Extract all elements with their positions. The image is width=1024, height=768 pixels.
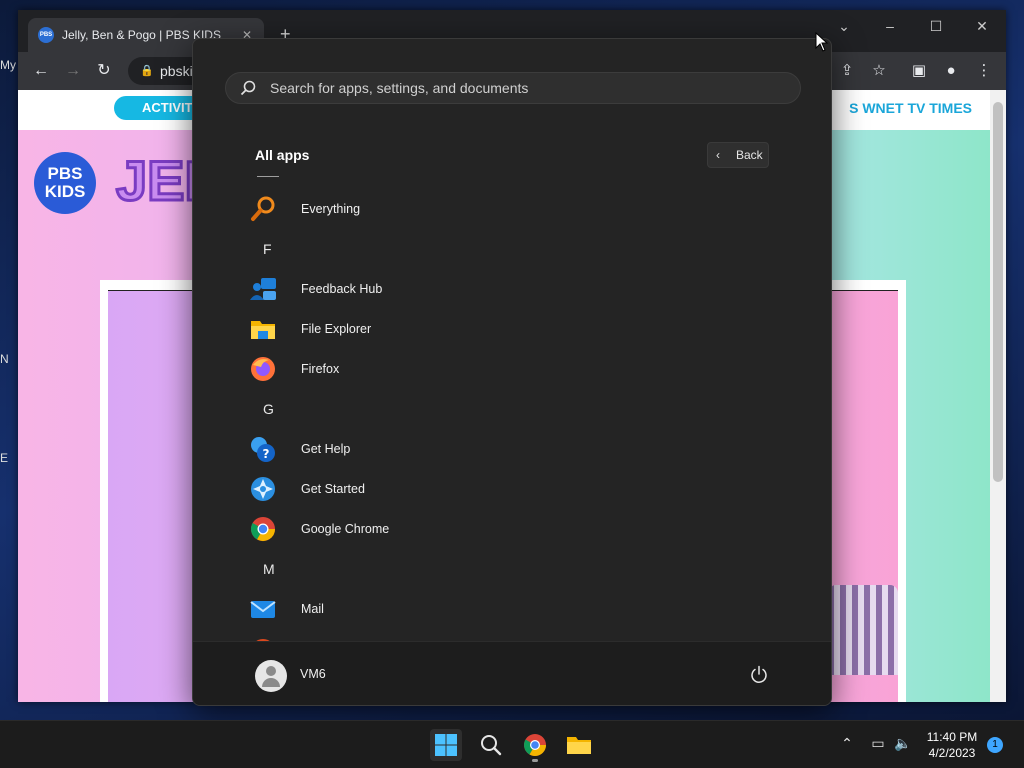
url-text: pbski [160,63,193,79]
get-started-icon [251,477,275,501]
desktop-icon-label[interactable]: N [0,352,18,366]
app-list: Everything F Feedback Hub File Explorer [193,175,831,641]
page-scrollbar[interactable] [990,90,1006,702]
start-menu: Search for apps, settings, and documents… [192,38,832,706]
network-icon[interactable]: ▭ [868,735,888,752]
app-item-everything[interactable]: Everything [249,189,789,229]
desktop-icon-label[interactable]: E [0,451,18,465]
chrome-icon [250,517,275,542]
feedback-hub-icon [250,278,276,300]
volume-icon[interactable]: 🔈 [893,735,913,752]
profile-icon[interactable]: ● [940,60,962,82]
scroll-thumb[interactable] [993,102,1003,482]
share-icon[interactable]: ⇪ [836,60,858,82]
notification-badge[interactable]: 1 [987,737,1003,753]
all-apps-heading: All apps [255,147,310,163]
list-divider [257,176,279,177]
app-label: Get Started [301,482,365,496]
folder-icon [251,321,275,339]
lock-icon: 🔒 [140,65,154,77]
search-icon [481,735,502,756]
mouse-cursor-icon [815,32,829,52]
letter-header-m[interactable]: M [263,561,275,577]
app-item-mail[interactable]: Mail [249,589,789,629]
app-label: File Explorer [301,322,372,336]
app-item-firefox[interactable]: Firefox [249,349,789,389]
folder-icon [567,737,591,754]
chrome-icon [524,734,546,756]
taskbar: ⌃ ▭ 🔈 11:40 PM 4/2/2023 1 [0,720,1024,768]
bookmark-star-icon[interactable]: ☆ [868,60,890,82]
clock-date: 4/2/2023 [928,746,976,760]
power-icon[interactable] [749,665,769,685]
taskbar-file-explorer-button[interactable] [563,729,595,761]
activities-button[interactable]: ACTIVIT [114,96,204,120]
back-arrow-icon[interactable]: ← [30,60,52,82]
app-label: Mail [301,602,324,616]
start-footer: VM6 [193,641,831,705]
back-label: Back [736,148,763,162]
mail-icon [250,601,276,618]
running-indicator [532,759,538,762]
app-item-feedback-hub[interactable]: Feedback Hub [249,269,789,309]
pbs-kids-logo[interactable]: PBS KIDS [34,152,96,214]
forward-arrow-icon[interactable]: → [62,60,84,82]
tab-search-icon[interactable]: ⌄ [834,18,854,35]
letter-header-f[interactable]: F [263,241,272,257]
chevron-left-icon: ‹ [716,148,720,162]
nav-right-links[interactable]: S WNET TV TIMES [849,100,972,116]
search-icon [240,80,256,96]
back-button[interactable]: ‹ Back [707,142,769,168]
reload-icon[interactable]: ↻ [93,60,115,82]
taskbar-search-button[interactable] [475,729,507,761]
get-help-icon: ? [251,437,275,462]
desktop-icon-label[interactable]: My [0,58,18,72]
show-hidden-icons-button[interactable]: ⌃ [837,735,857,752]
svg-text:?: ? [263,447,270,461]
maximize-button[interactable]: ☐ [926,18,946,35]
straws-illustration [828,585,898,675]
letter-header-g[interactable]: G [263,401,274,417]
more-menu-icon[interactable]: ⋮ [973,60,995,82]
user-name[interactable]: VM6 [300,667,326,681]
pbs-favicon-icon: PBS [38,27,54,43]
start-button[interactable] [430,729,462,761]
user-avatar[interactable] [255,660,287,692]
search-placeholder: Search for apps, settings, and documents [270,80,529,96]
start-search-input[interactable]: Search for apps, settings, and documents [225,72,801,104]
app-item-file-explorer[interactable]: File Explorer [249,309,789,349]
app-item-get-help[interactable]: ? Get Help [249,429,789,469]
app-label: Feedback Hub [301,282,383,296]
firefox-icon [251,357,275,381]
app-label: Everything [301,202,361,216]
magnifier-icon [251,196,275,221]
taskbar-clock[interactable]: 11:40 PM 4/2/2023 [920,729,984,761]
app-item-google-chrome[interactable]: Google Chrome [249,509,789,549]
taskbar-chrome-button[interactable] [519,729,551,762]
app-label: Get Help [301,442,351,456]
app-label: Google Chrome [301,522,390,536]
minimize-button[interactable]: – [880,18,900,34]
app-item-partial[interactable] [249,631,789,641]
side-panel-icon[interactable]: ▣ [908,60,930,82]
app-item-get-started[interactable]: Get Started [249,469,789,509]
close-window-button[interactable]: ✕ [972,18,992,35]
windows-logo-icon [435,734,457,756]
app-label: Firefox [301,362,340,376]
clock-time: 11:40 PM [926,730,978,744]
